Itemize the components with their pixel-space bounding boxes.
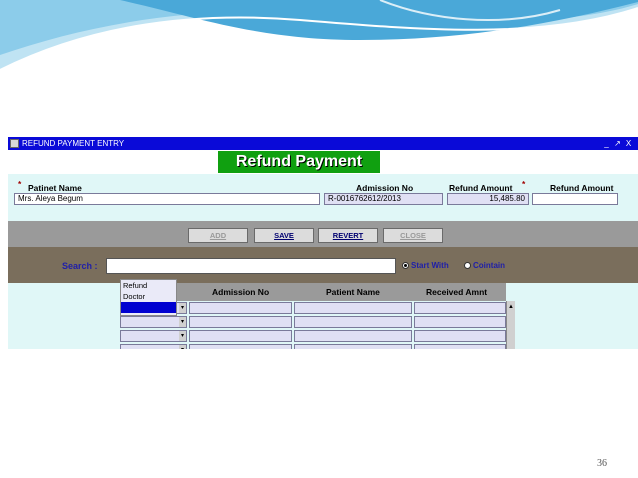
refund-payment-window: REFUND PAYMENT ENTRY _ ↗ X Refund Paymen… [8,137,638,349]
chevron-down-icon[interactable]: ▾ [179,303,186,313]
button-bar: ADD SAVE REVERT CLOSE [8,221,638,247]
grid-scrollbar[interactable]: ▲ [506,301,515,349]
add-button[interactable]: ADD [188,228,248,243]
refund-amount-2-field[interactable] [532,193,618,205]
refund-type-dropdown[interactable]: Refund Doctor [120,279,177,316]
page-number: 36 [597,458,607,469]
received-amnt-cell[interactable] [414,344,506,349]
scroll-up-icon[interactable]: ▲ [507,303,515,311]
chevron-down-icon[interactable]: ▾ [179,345,186,349]
app-icon [10,139,19,148]
slide-header-wave [0,0,638,71]
search-input[interactable] [106,258,396,274]
window-titlebar: REFUND PAYMENT ENTRY _ ↗ X [8,137,638,150]
search-label: Search : [62,261,98,271]
minimize-button[interactable]: _ [602,137,611,150]
table-row: ▾ [120,302,506,315]
patient-name-cell[interactable] [294,316,412,328]
save-button[interactable]: SAVE [254,228,314,243]
admission-no-cell[interactable] [189,330,292,342]
patient-name-field[interactable]: Mrs. Aleya Begum [14,193,320,205]
received-amnt-cell[interactable] [414,316,506,328]
heading-band: Refund Payment [8,150,638,174]
admission-no-label: Admission No [356,183,414,193]
dropdown-option-selected[interactable] [121,302,176,313]
radio-contain[interactable]: Cointain [464,261,505,270]
restore-button[interactable]: ↗ [613,137,622,150]
column-header-patient-name: Patient Name [326,287,380,297]
form-heading: Refund Payment [235,153,363,170]
column-header-received-amnt: Received Amnt [426,287,488,297]
dropdown-option-refund[interactable]: Refund [121,280,176,291]
type-cell[interactable]: ▾ [120,344,187,349]
received-amnt-cell[interactable] [414,302,506,314]
table-row: ▾ [120,330,506,343]
dropdown-option-doctor[interactable]: Doctor [121,291,176,302]
table-row: ▾ [120,344,506,349]
radio-unselected-icon [464,262,471,270]
window-title: REFUND PAYMENT ENTRY [22,139,125,148]
search-bar: Search : Start With Cointain [8,247,638,283]
admission-no-cell[interactable] [189,316,292,328]
received-amnt-cell[interactable] [414,330,506,342]
grid-header: Admission No Patient Name Received Amnt [120,283,506,301]
refund-amount-label: Refund Amount [449,183,513,193]
required-mark: * [18,179,22,189]
radio-start-with-label: Start With [411,261,449,270]
revert-button[interactable]: REVERT [318,228,378,243]
radio-start-with[interactable]: Start With [402,261,449,270]
required-mark-2: * [522,179,526,189]
close-button[interactable]: CLOSE [383,228,443,243]
type-cell[interactable]: ▾ [120,316,187,328]
type-cell[interactable]: ▾ [120,330,187,342]
table-row: ▾ [120,316,506,329]
refund-amount-field[interactable]: 15,485.80 [447,193,529,205]
patient-name-cell[interactable] [294,302,412,314]
radio-selected-icon [402,262,409,270]
chevron-down-icon[interactable]: ▾ [179,331,186,341]
admission-no-cell[interactable] [189,344,292,349]
patient-name-label: Patinet Name [28,183,82,193]
close-window-button[interactable]: X [624,137,633,150]
admission-no-cell[interactable] [189,302,292,314]
refund-amount-2-label: Refund Amount [550,183,614,193]
admission-no-field[interactable]: R-0016762612/2013 [324,193,443,205]
radio-contain-label: Cointain [473,261,505,270]
chevron-down-icon[interactable]: ▾ [179,317,186,327]
patient-name-cell[interactable] [294,344,412,349]
patient-name-cell[interactable] [294,330,412,342]
column-header-admission-no: Admission No [212,287,270,297]
